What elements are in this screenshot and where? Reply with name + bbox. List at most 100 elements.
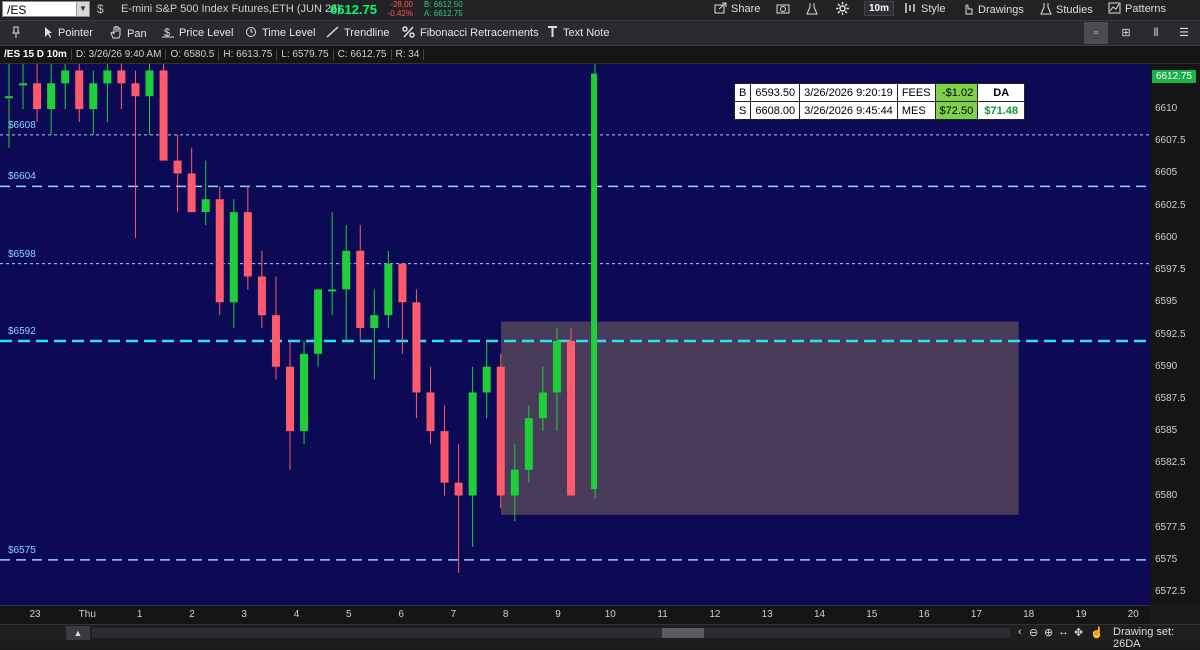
price-level-label: $6608 xyxy=(8,119,36,131)
time-tick-label: 16 xyxy=(918,609,930,620)
candle-body xyxy=(173,160,182,174)
share-label: Share xyxy=(731,3,761,15)
bid-ask: B: 6612.50 A: 6612.75 xyxy=(424,0,463,18)
time-tick-label: Thu xyxy=(78,609,96,620)
candle-body xyxy=(75,70,84,110)
pin-button[interactable] xyxy=(12,26,25,39)
info-datetime: D: 3/26/26 9:40 AM xyxy=(71,49,167,60)
pointer-hand-icon[interactable]: ☝ xyxy=(1090,626,1104,639)
grid-icon: ⊞ xyxy=(1121,27,1131,39)
grid-layout-button[interactable]: ⊞ xyxy=(1114,22,1138,44)
candle-body xyxy=(370,315,379,329)
trade-side: B xyxy=(733,83,752,102)
candle-body xyxy=(342,250,351,290)
candle-body xyxy=(426,392,435,432)
trade-table: B 6593.50 3/26/2026 9:20:19 FEES -$1.02 … xyxy=(733,83,1026,120)
timeframe-button[interactable]: 10m xyxy=(864,1,895,16)
symbol-description: E-mini S&P 500 Index Futures,ETH (JUN 26… xyxy=(121,3,341,15)
price-tick-label: 6605 xyxy=(1155,167,1178,179)
style-label: Style xyxy=(921,3,946,15)
candle-body xyxy=(47,83,56,110)
last-price: 6612.75 xyxy=(330,2,377,17)
candle-body xyxy=(328,289,337,292)
expand-up-icon[interactable]: ▲ xyxy=(66,626,90,640)
time-tick-label: 2 xyxy=(189,609,195,620)
trade-amount: $72.50 xyxy=(934,101,979,120)
price-level-label: $6598 xyxy=(8,248,36,260)
time-tick-label: 13 xyxy=(761,609,773,620)
candle-body xyxy=(61,70,70,84)
crosshair-icon[interactable]: ✥ xyxy=(1074,626,1083,639)
trendline-tool[interactable]: Trendline xyxy=(326,26,389,39)
trade-tag: FEES xyxy=(896,83,936,102)
price-axis[interactable]: 6610 6607.5 6605 6602.5 6600 6597.5 6595 6592.5… xyxy=(1150,64,1200,605)
ask-value: A: 6612.75 xyxy=(424,9,463,18)
chart-plot-area[interactable]: $6608 $6604 $6598 $6592 $6575 xyxy=(0,64,1150,605)
candle-body xyxy=(384,263,393,316)
chevron-left-icon[interactable]: ‹ xyxy=(1018,626,1022,638)
candle-body xyxy=(538,392,547,419)
drawing-toolbar: Pointer Pan $ Price Level Time Level Tren… xyxy=(0,21,1200,46)
candle-body xyxy=(440,431,449,483)
patterns-button[interactable]: Patterns xyxy=(1108,2,1166,15)
pan-tool[interactable]: Pan xyxy=(110,25,147,40)
fibonacci-tool[interactable]: Fibonacci Retracements xyxy=(402,26,539,39)
candle-body xyxy=(229,212,238,303)
time-tick-label: 15 xyxy=(866,609,878,620)
time-tick-label: 3 xyxy=(241,609,247,620)
style-button[interactable]: Style xyxy=(904,2,945,15)
change-percent: -0.42% xyxy=(387,9,413,18)
dollar-icon[interactable]: $ xyxy=(97,2,104,16)
text-note-tool[interactable]: Text Note xyxy=(547,26,609,39)
patterns-label: Patterns xyxy=(1125,3,1166,15)
price-tick-label: 6600 xyxy=(1155,231,1178,243)
price-tick-label: 6585 xyxy=(1155,425,1178,437)
settings-button[interactable] xyxy=(836,2,853,16)
trade-row-buy: B 6593.50 3/26/2026 9:20:19 FEES -$1.02 … xyxy=(733,83,1026,102)
flask-button[interactable] xyxy=(806,2,822,16)
ohlc-info-bar: /ES 15 D 10m D: 3/26/26 9:40 AM O: 6580.5 H… xyxy=(0,46,1200,64)
trendline-label: Trendline xyxy=(344,27,390,39)
drawing-set-label: Drawing set: 26DA xyxy=(1113,626,1175,650)
candle-body xyxy=(257,276,266,316)
horizontal-resize-icon[interactable]: ↔ xyxy=(1058,626,1069,638)
square-icon: ▫ xyxy=(1094,27,1098,39)
time-axis[interactable]: 23 Thu 1 2 3 4 5 6 7 8 9 10 11 12 13 14 15 16 17 18 19 20 xyxy=(0,605,1150,624)
trade-tag: MES xyxy=(896,101,936,120)
time-level-tool[interactable]: Time Level xyxy=(245,26,315,39)
share-button[interactable]: Share xyxy=(714,2,760,15)
info-symbol: /ES 15 D 10m xyxy=(0,49,72,60)
info-open: O: 6580.5 xyxy=(166,49,220,60)
candle-body xyxy=(300,353,309,432)
symbol-value: /ES xyxy=(7,3,27,17)
single-layout-button[interactable]: ▫ xyxy=(1084,22,1108,44)
arrow-cursor-icon xyxy=(45,27,52,38)
candle-body xyxy=(591,73,598,490)
drawings-button[interactable]: Drawings xyxy=(962,2,1024,16)
candle-body xyxy=(552,340,561,393)
time-scrollbar[interactable] xyxy=(92,628,1010,638)
time-tick-label: 10 xyxy=(604,609,616,620)
pointer-tool[interactable]: Pointer xyxy=(44,26,93,39)
camera-button[interactable] xyxy=(776,2,794,15)
last-price-badge: 6612.75 xyxy=(1152,70,1196,83)
bars-layout-button[interactable]: ⦀ xyxy=(1144,22,1168,44)
price-level-icon: $ xyxy=(162,27,174,39)
trade-extra: $71.48 xyxy=(977,101,1026,120)
zoom-in-icon[interactable]: ⊕ xyxy=(1044,626,1053,639)
candle-body xyxy=(356,250,365,329)
symbol-input[interactable]: /ES ▼ xyxy=(2,1,90,17)
flask-icon xyxy=(806,3,818,15)
price-tick-label: 6575 xyxy=(1155,553,1178,565)
symbol-dropdown-icon[interactable]: ▼ xyxy=(76,2,89,16)
scrollbar-thumb[interactable] xyxy=(662,628,704,638)
price-level-tool[interactable]: $ Price Level xyxy=(162,26,233,39)
trade-time: 3/26/2026 9:20:19 xyxy=(799,83,898,102)
price-tick-label: 6595 xyxy=(1155,296,1178,308)
zoom-out-icon[interactable]: ⊖ xyxy=(1029,626,1038,639)
studies-button[interactable]: Studies xyxy=(1040,2,1093,16)
candle-body xyxy=(33,83,42,110)
support-zone xyxy=(501,321,1019,515)
more-menu-button[interactable]: ☰ xyxy=(1172,22,1196,44)
price-level-label: $6592 xyxy=(8,325,36,337)
